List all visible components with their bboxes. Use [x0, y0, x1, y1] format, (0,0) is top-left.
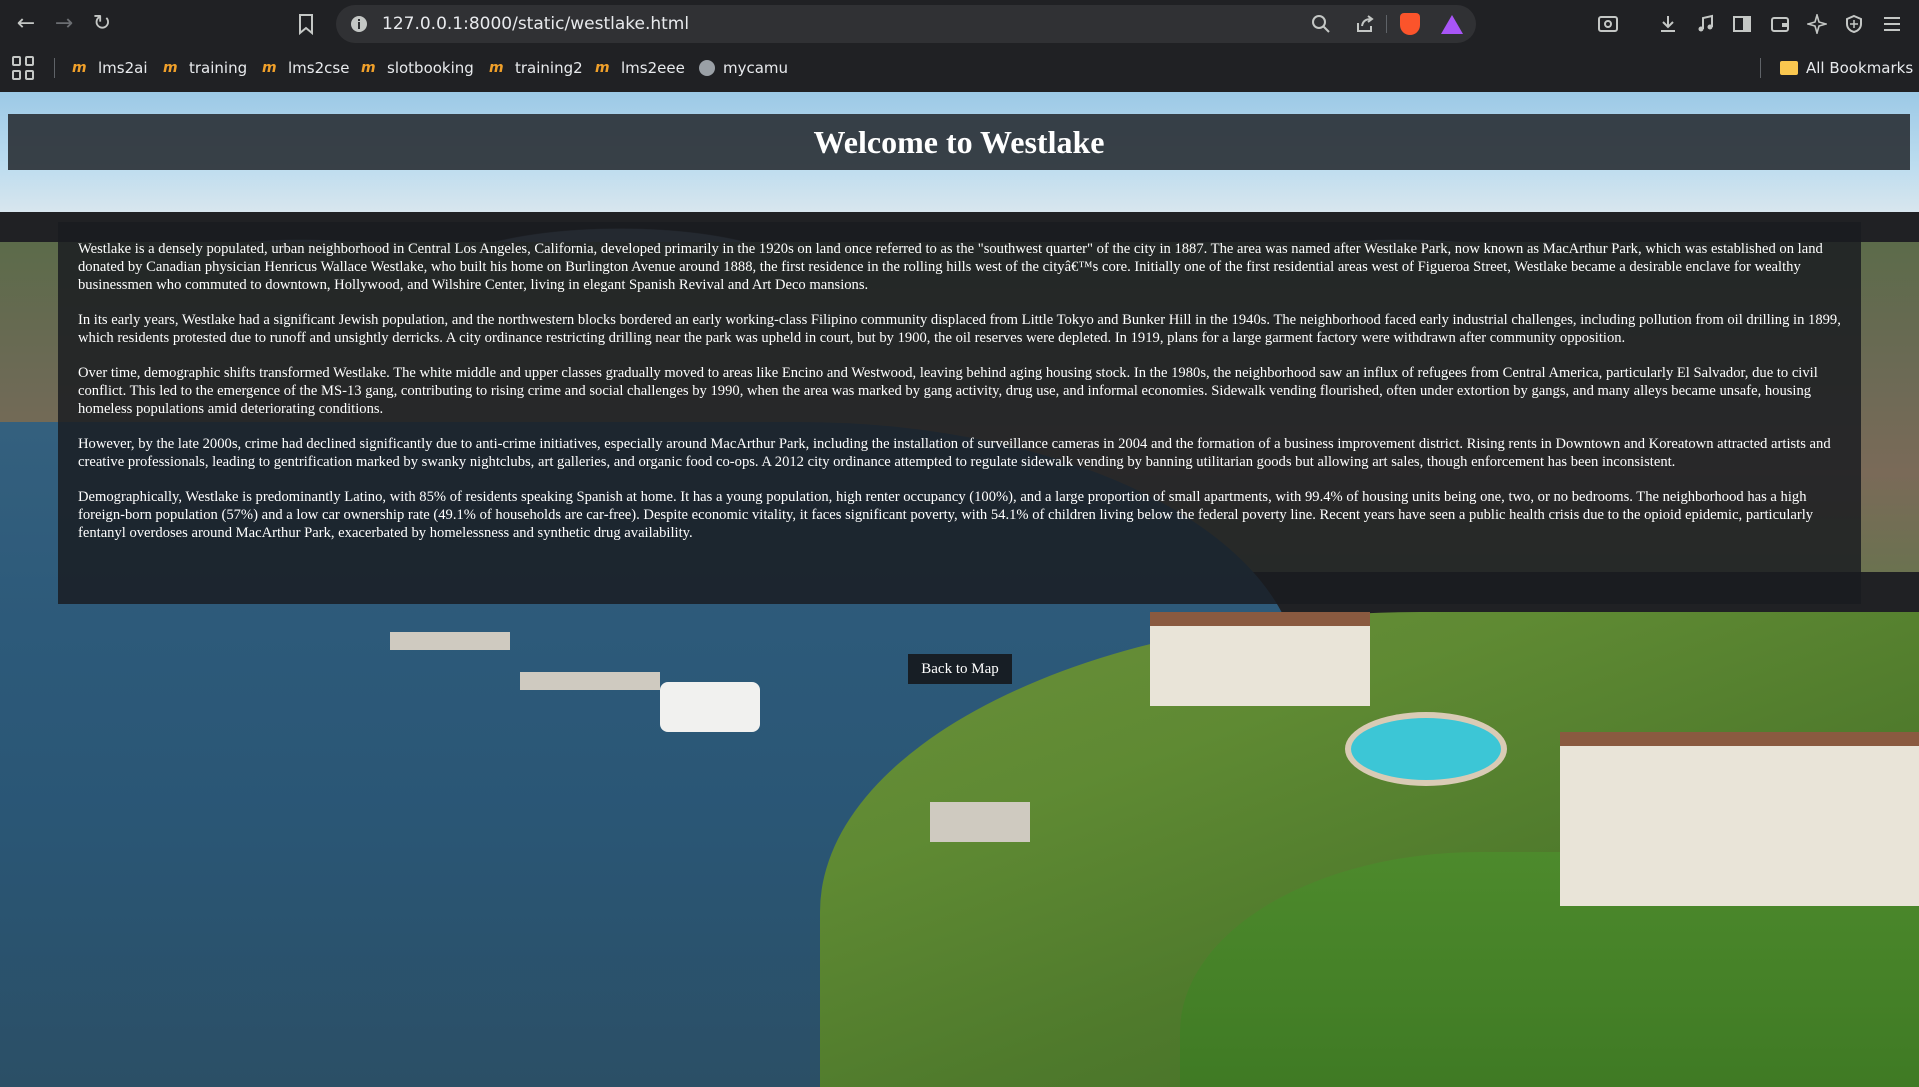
back-to-map-button[interactable]: Back to Map	[908, 654, 1012, 684]
background-pool	[1345, 712, 1507, 786]
bookmark-label: mycamu	[723, 59, 789, 77]
apps-grid-icon[interactable]	[12, 56, 36, 80]
back-arrow-icon[interactable]: ←	[12, 10, 40, 38]
background-dock	[520, 672, 660, 690]
browser-toolbar: ← → ↻ 127.0.0.1:8000/static/westlake.htm…	[0, 0, 1919, 48]
bookmark-favicon-icon: m	[595, 60, 610, 76]
bookmark-favicon-icon: m	[163, 60, 178, 76]
background-dock	[390, 632, 510, 650]
bookmark-slotbooking[interactable]: m slotbooking	[361, 56, 474, 80]
bookmark-label: lms2ai	[98, 59, 148, 77]
background-boat	[660, 682, 760, 732]
background-dock	[930, 802, 1030, 842]
site-info-icon[interactable]	[348, 14, 370, 36]
bookmark-label: training	[189, 59, 248, 77]
header-banner: Welcome to Westlake	[8, 114, 1910, 170]
forward-arrow-icon[interactable]: →	[50, 10, 78, 38]
bookmark-lms2eee[interactable]: m lms2eee	[595, 56, 685, 80]
all-bookmarks-label: All Bookmarks	[1806, 59, 1914, 77]
ai-sparkle-icon[interactable]	[1803, 10, 1831, 38]
article-paragraph: Over time, demographic shifts transforme…	[78, 365, 1818, 417]
page-viewport: Welcome to Westlake Westlake is a densel…	[0, 92, 1919, 1087]
bookmark-mycamu[interactable]: mycamu	[699, 56, 788, 80]
omnibox-divider	[1386, 15, 1387, 33]
article-paragraph: Westlake is a densely populated, urban n…	[78, 241, 1823, 293]
globe-icon	[699, 60, 715, 76]
folder-icon	[1780, 61, 1798, 75]
bookmarks-bar: m lms2ai m training m lms2cse m slotbook…	[0, 52, 1919, 86]
bookmark-favicon-icon: m	[489, 60, 504, 76]
article-content: Westlake is a densely populated, urban n…	[58, 222, 1861, 604]
address-bar[interactable]: 127.0.0.1:8000/static/westlake.html	[336, 5, 1476, 43]
vpn-shield-icon[interactable]	[1840, 10, 1868, 38]
bookmarks-divider	[1760, 58, 1761, 78]
bookmark-training2[interactable]: m training2	[489, 56, 583, 80]
article-paragraph: Demographically, Westlake is predominant…	[78, 489, 1814, 541]
bookmark-favicon-icon: m	[262, 60, 277, 76]
download-icon[interactable]	[1654, 10, 1682, 38]
bookmark-lms2ai[interactable]: m lms2ai	[72, 56, 148, 80]
article-paragraph: However, by the late 2000s, crime had de…	[78, 436, 1831, 470]
bookmark-favicon-icon: m	[361, 60, 376, 76]
reload-icon[interactable]: ↻	[88, 10, 116, 38]
bookmark-icon[interactable]	[292, 10, 320, 38]
brave-shields-icon[interactable]	[1400, 13, 1420, 35]
bookmark-label: training2	[515, 59, 583, 77]
music-icon[interactable]	[1692, 10, 1720, 38]
bookmark-label: lms2eee	[621, 59, 685, 77]
menu-icon[interactable]	[1878, 10, 1906, 38]
article-paragraph: In its early years, Westlake had a signi…	[78, 312, 1841, 346]
sidebar-icon[interactable]	[1728, 10, 1756, 38]
background-house	[1560, 732, 1919, 906]
all-bookmarks-button[interactable]: All Bookmarks	[1780, 56, 1913, 80]
zoom-search-icon[interactable]	[1310, 14, 1332, 36]
bookmark-label: slotbooking	[387, 59, 474, 77]
bookmarks-divider	[54, 58, 55, 78]
brave-rewards-icon[interactable]	[1441, 15, 1463, 34]
wallet-icon[interactable]	[1766, 10, 1794, 38]
background-house	[1150, 612, 1370, 706]
screenshot-icon[interactable]	[1594, 10, 1622, 38]
share-icon[interactable]	[1354, 14, 1376, 36]
page-title: Welcome to Westlake	[813, 124, 1105, 160]
browser-chrome: ← → ↻ 127.0.0.1:8000/static/westlake.htm…	[0, 0, 1919, 92]
bookmark-label: lms2cse	[288, 59, 350, 77]
bookmark-favicon-icon: m	[72, 60, 87, 76]
url-text[interactable]: 127.0.0.1:8000/static/westlake.html	[382, 14, 689, 34]
bookmark-lms2cse[interactable]: m lms2cse	[262, 56, 349, 80]
bookmark-training[interactable]: m training	[163, 56, 247, 80]
